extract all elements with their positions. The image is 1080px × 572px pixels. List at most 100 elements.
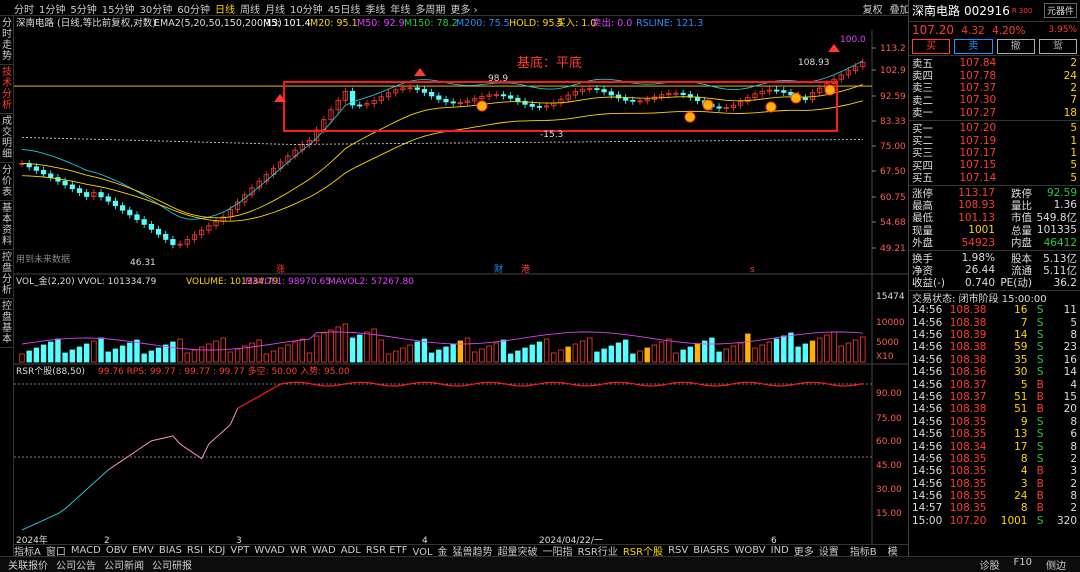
tick-price: 108.35 — [949, 465, 987, 478]
toolbar-button-0[interactable]: 复权 — [863, 1, 883, 16]
buy-signal-marker[interactable] — [790, 92, 802, 104]
action-button-0[interactable]: 买 — [912, 39, 951, 54]
tick-list[interactable]: 14:56 108.38 16 S 11 14:56 108.38 7 S 5 14:56 108.3… — [909, 304, 1080, 527]
indicator-tab-9[interactable]: WVAD — [254, 545, 285, 556]
indicator-tab-3[interactable]: OBV — [106, 545, 127, 556]
tick-count: 20 — [1063, 403, 1077, 416]
indicator-tab-12[interactable]: ADL — [341, 545, 361, 556]
status-link-1[interactable]: 公司公告 — [56, 557, 96, 572]
low-label: 46.31 — [130, 258, 156, 268]
tick-time: 14:56 — [912, 366, 943, 379]
tick-side: B — [1036, 378, 1044, 391]
stat-value: 36.2 — [1053, 276, 1077, 289]
indicator-tab-6[interactable]: RSI — [187, 545, 203, 556]
period-0[interactable]: 分时 — [14, 1, 34, 16]
asks-row-4[interactable]: 卖一 107.27 18 — [912, 107, 1077, 120]
event-zhang: 涨 — [276, 264, 285, 275]
volume-bar — [213, 340, 219, 363]
indicator-tab-20[interactable]: RSV — [668, 545, 688, 556]
left-tab-6[interactable]: 控盘基本 — [0, 299, 14, 348]
left-tab-4[interactable]: 基本资料 — [0, 201, 14, 250]
period-3[interactable]: 15分钟 — [102, 1, 135, 16]
period-8[interactable]: 月线 — [265, 1, 285, 16]
volume-bar — [795, 346, 801, 363]
left-tab-0[interactable]: 分时走势 — [0, 16, 14, 65]
indicator-tab-7[interactable]: KDJ — [208, 545, 225, 556]
volume-bar — [270, 350, 277, 363]
tick-price: 107.20 — [949, 514, 987, 527]
period-5[interactable]: 60分钟 — [177, 1, 210, 16]
period-9[interactable]: 10分钟 — [290, 1, 323, 16]
sector-button[interactable]: 元器件 — [1043, 3, 1077, 18]
tick-volume: 16 — [1014, 304, 1028, 317]
period-4[interactable]: 30分钟 — [139, 1, 172, 16]
left-tab-1[interactable]: 技术分析 — [0, 65, 14, 114]
volume-bar — [464, 337, 471, 363]
tick-volume: 8 — [1020, 502, 1028, 515]
left-tab-2[interactable]: 成交明细 — [0, 114, 14, 163]
buy-signal-marker[interactable] — [702, 99, 714, 111]
volume-bar — [673, 352, 679, 363]
volume-bar — [752, 347, 758, 363]
indicator-tab-10[interactable]: WR — [290, 545, 307, 556]
bids-price: 107.17 — [959, 146, 997, 159]
indicator-tab-11[interactable]: WAD — [312, 545, 336, 556]
indicator-tab-5[interactable]: BIAS — [159, 545, 182, 556]
bids-volume: 1 — [1070, 146, 1077, 159]
kline-chart[interactable]: 深南电路 (日线,等比前复权,对数)EMA2(5,20,50,150,200,1… — [14, 16, 908, 544]
volume-bar — [443, 346, 449, 363]
left-tab-5[interactable]: 控盘分析 — [0, 250, 14, 299]
period-11[interactable]: 季线 — [365, 1, 385, 16]
left-tab-3[interactable]: 分价表 — [0, 163, 14, 201]
toolbar-button-1[interactable]: 叠加 — [890, 1, 910, 16]
indicator-tab-22[interactable]: WOBV — [735, 545, 766, 556]
indicator-tab-23[interactable]: IND — [771, 545, 789, 556]
action-button-3[interactable]: 鸳 — [1038, 39, 1077, 54]
status-right-1[interactable]: F10 — [1014, 557, 1032, 572]
status-link-2[interactable]: 公司新闻 — [104, 557, 144, 572]
tick-row: 14:56 108.35 4 B 3 — [912, 465, 1077, 477]
indicator-tab-8[interactable]: VPT — [230, 545, 249, 556]
volume-bar — [788, 332, 794, 363]
status-link-3[interactable]: 公司研报 — [152, 557, 192, 572]
bids-row-4[interactable]: 买五 107.14 5 — [912, 172, 1077, 185]
tick-row: 14:56 108.38 16 S 11 — [912, 304, 1077, 316]
tick-volume: 51 — [1014, 403, 1028, 416]
period-12[interactable]: 年线 — [390, 1, 410, 16]
indicator-tab-2[interactable]: MACD — [71, 545, 101, 556]
tick-volume: 30 — [1014, 366, 1028, 379]
left-tab-bar: 分时走势 技术分析 成交明细 分价表 基本资料 控盘分析 控盘基本 — [0, 16, 14, 556]
period-7[interactable]: 周线 — [240, 1, 260, 16]
period-6[interactable]: 日线 — [215, 1, 235, 16]
watermark: 用到未来数据 — [16, 253, 70, 265]
buy-signal-marker[interactable] — [684, 111, 696, 123]
indicator-tab-4[interactable]: EMV — [132, 545, 154, 556]
period-10[interactable]: 45日线 — [328, 1, 361, 16]
tick-time: 14:56 — [912, 477, 943, 490]
tick-time: 14:56 — [912, 440, 943, 453]
volume-bar — [342, 323, 349, 363]
period-13[interactable]: 多周期 — [415, 1, 445, 16]
tick-side: S — [1036, 415, 1044, 428]
volume-bar — [400, 347, 406, 363]
indicator-tab-21[interactable]: BIASRS — [693, 545, 729, 556]
price-tick: 113.2 — [880, 44, 906, 54]
status-link-0[interactable]: 关联报价 — [8, 557, 48, 572]
buy-signal-marker[interactable] — [824, 84, 836, 96]
buy-signal-marker[interactable] — [476, 100, 488, 112]
volume-bar — [313, 335, 320, 363]
period-1[interactable]: 1分钟 — [39, 1, 65, 16]
volume-bar — [852, 339, 859, 363]
buy-signal-marker[interactable] — [765, 101, 777, 113]
indicator-tab-13[interactable]: RSR ETF — [366, 545, 408, 556]
period-2[interactable]: 5分钟 — [70, 1, 96, 16]
volume-bar — [40, 344, 47, 363]
stock-code: 002916 — [964, 3, 1010, 18]
period-14[interactable]: 更多 › — [450, 1, 477, 16]
candle-body — [500, 94, 507, 97]
status-right-0[interactable]: 诊股 — [980, 557, 1000, 572]
action-button-1[interactable]: 卖 — [954, 39, 993, 54]
vol-unit: X10 — [876, 352, 894, 362]
status-right-2[interactable]: 侧边 — [1046, 557, 1066, 572]
action-button-2[interactable]: 撤 — [996, 39, 1035, 54]
